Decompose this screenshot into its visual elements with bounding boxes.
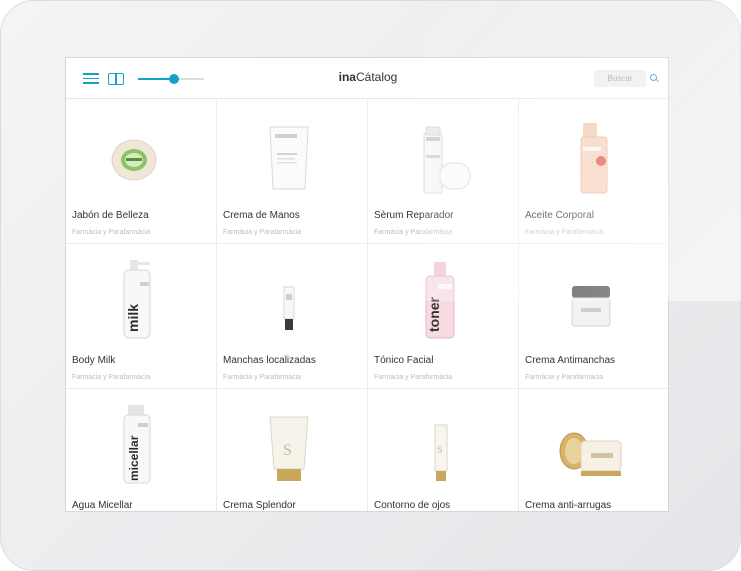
body-milk-image: milk [123,260,151,339]
product-card-jabon[interactable]: Jabón de Belleza Farmàcia y Parafarmàcia [66,99,217,244]
toner-label: toner [426,296,442,332]
milk-label: milk [125,304,141,332]
product-category: Farmàcia y Parafarmàcia [525,229,604,236]
product-category: Farmàcia y Parafarmàcia [223,374,302,381]
product-card-anti-arrugas[interactable]: Crema anti-arrugas [519,389,668,511]
micellar-image: micellar [123,405,151,484]
search-icon[interactable] [650,74,658,82]
product-name: Contorno de ojos [374,500,451,511]
app-title-rest: Cátalog [355,70,398,84]
search-input[interactable] [594,70,646,87]
body-oil-image [580,123,608,194]
toner-image: toner [425,262,455,339]
product-name: Sèrum Reparador [374,210,454,221]
product-name: Aceite Corporal [525,210,594,221]
tablet-frame: inaCátalog Jabón de Belleza Farmàcia y P… [0,0,741,571]
splendor-cream-image: S [269,416,309,481]
spot-treatment-image [283,286,295,330]
product-name: Jabón de Belleza [72,210,149,221]
product-name: Crema Antimanchas [525,355,616,366]
product-name: Agua Micellar [72,500,133,511]
product-name: Body Milk [72,355,116,366]
micellar-label: micellar [127,435,141,481]
product-name: Crema de Manos [223,210,300,221]
product-card-splendor[interactable]: S Crema Splendor [217,389,368,511]
app-screen: inaCátalog Jabón de Belleza Farmàcia y P… [65,57,669,512]
product-category: Farmàcia y Parafarmàcia [374,229,453,236]
app-title-bold: ina [338,70,356,84]
anti-wrinkle-cream-image [559,432,622,476]
product-name: Tónico Facial [374,355,434,366]
top-bar: inaCátalog [66,58,668,99]
product-card-manchas[interactable]: Manchas localizadas Farmàcia y Parafarmà… [217,244,368,389]
product-card-antimanchas[interactable]: Crema Antimanchas Farmàcia y Parafarmàci… [519,244,668,389]
anti-spot-cream-image [571,286,611,327]
svg-text:S: S [283,442,292,459]
product-category: Farmàcia y Parafarmàcia [525,374,604,381]
product-card-body-milk[interactable]: milk Body Milk Farmàcia y Parafarmàcia [66,244,217,389]
product-category: Farmàcia y Parafarmàcia [374,374,453,381]
product-card-contorno[interactable]: S Contorno de ojos [368,389,519,511]
svg-text:S: S [437,445,443,456]
product-card-aceite[interactable]: Aceite Corporal Farmàcia y Parafarmàcia [519,99,668,244]
product-category: Farmàcia y Parafarmàcia [223,229,302,236]
product-category: Farmàcia y Parafarmàcia [72,374,151,381]
app-title: inaCátalog [66,70,668,84]
hand-cream-image [269,126,309,190]
product-card-crema-manos[interactable]: Crema de Manos Farmàcia y Parafarmàcia [217,99,368,244]
product-card-micellar[interactable]: micellar Agua Micellar [66,389,217,511]
product-name: Crema anti-arrugas [525,500,612,511]
product-card-tonico[interactable]: toner Tónico Facial Farmàcia y Parafarmà… [368,244,519,389]
serum-image [423,126,471,194]
product-name: Crema Splendor [223,500,296,511]
eye-contour-image: S [434,424,448,481]
product-name: Manchas localizadas [223,355,316,366]
soap-image [111,139,157,181]
product-category: Farmàcia y Parafarmàcia [72,229,151,236]
product-card-serum[interactable]: Sèrum Reparador Farmàcia y Parafarmàcia [368,99,519,244]
